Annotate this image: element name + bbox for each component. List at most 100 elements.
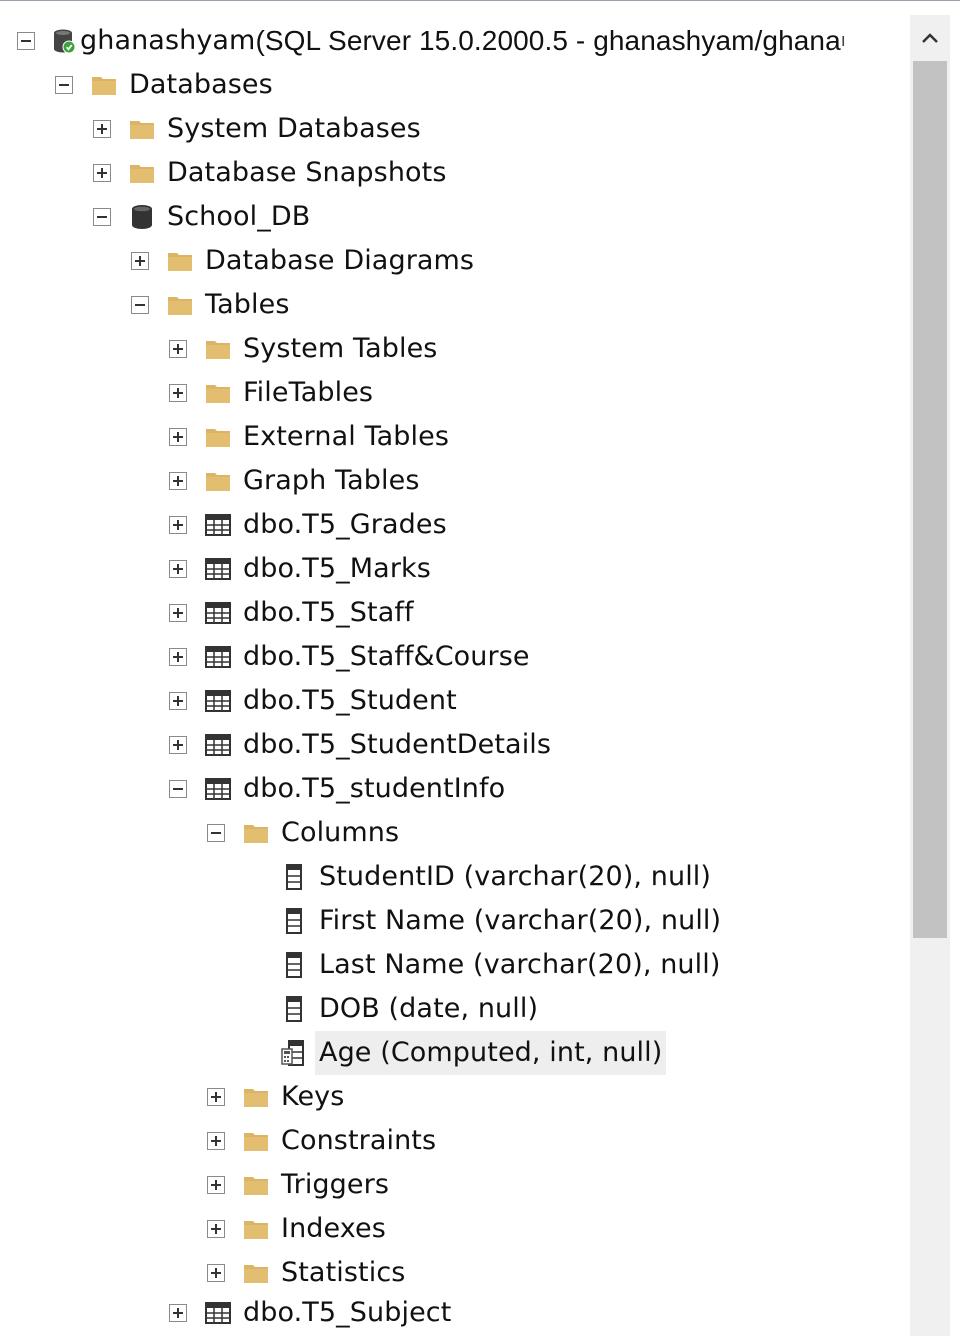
expand-toggle[interactable] [169, 516, 187, 534]
tree-node-file-tables[interactable]: FileTables [169, 371, 373, 415]
folder-icon [166, 291, 194, 319]
tree-node-column-dob[interactable]: DOB (date, null) [245, 987, 538, 1031]
column-label: StudentID (varchar(20), null) [319, 861, 712, 892]
expand-toggle[interactable] [93, 164, 111, 182]
collapse-toggle[interactable] [55, 76, 73, 94]
table-icon [204, 687, 232, 715]
tree-node-databases[interactable]: Databases [55, 63, 273, 107]
expand-toggle[interactable] [169, 692, 187, 710]
collapse-toggle[interactable] [207, 824, 225, 842]
tree-node-indexes[interactable]: Indexes [207, 1207, 386, 1251]
column-label: First Name (varchar(20), null) [319, 905, 722, 936]
expand-toggle[interactable] [207, 1220, 225, 1238]
collapse-toggle[interactable] [93, 208, 111, 226]
tree-node-triggers[interactable]: Triggers [207, 1163, 389, 1207]
tree-node-graph-tables[interactable]: Graph Tables [169, 459, 420, 503]
table-staff-course-label: dbo.T5_Staff&Course [243, 641, 530, 672]
system-databases-label: System Databases [167, 113, 421, 144]
tree-node-system-tables[interactable]: System Tables [169, 327, 437, 371]
table-student-info-label: dbo.T5_studentInfo [243, 773, 506, 804]
tree-node-constraints[interactable]: Constraints [207, 1119, 436, 1163]
tree-node-column-student-id[interactable]: StudentID (varchar(20), null) [245, 855, 711, 899]
tree-node-column-first-name[interactable]: First Name (varchar(20), null) [245, 899, 721, 943]
expand-toggle[interactable] [131, 252, 149, 270]
tree-node-column-age[interactable]: Age (Computed, int, null) [245, 1031, 667, 1075]
tree-node-table-staff-course[interactable]: dbo.T5_Staff&Course [169, 635, 530, 679]
tree-node-column-last-name[interactable]: Last Name (varchar(20), null) [245, 943, 720, 987]
tree-node-tables[interactable]: Tables [131, 283, 290, 327]
folder-icon [242, 1083, 270, 1111]
graph-tables-label: Graph Tables [243, 465, 420, 496]
expand-toggle[interactable] [169, 604, 187, 622]
expand-toggle[interactable] [207, 1176, 225, 1194]
external-tables-label: External Tables [243, 421, 449, 452]
tree-node-table-staff[interactable]: dbo.T5_Staff [169, 591, 414, 635]
tree-node-database-diagrams[interactable]: Database Diagrams [131, 239, 474, 283]
expand-toggle[interactable] [207, 1132, 225, 1150]
collapse-toggle[interactable] [17, 32, 35, 50]
expand-toggle[interactable] [169, 1304, 187, 1322]
tree-node-table-student-info[interactable]: dbo.T5_studentInfo [169, 767, 505, 811]
indexes-label: Indexes [281, 1213, 386, 1244]
columns-label: Columns [281, 817, 400, 848]
folder-icon [128, 159, 156, 187]
scroll-up-button[interactable] [910, 15, 950, 61]
vertical-scrollbar[interactable] [910, 15, 950, 1336]
chevron-up-icon [921, 29, 939, 48]
constraints-label: Constraints [281, 1125, 437, 1156]
tree-node-table-student-details[interactable]: dbo.T5_StudentDetails [169, 723, 551, 767]
folder-icon [204, 423, 232, 451]
expand-toggle[interactable] [207, 1264, 225, 1282]
tree-node-school-db[interactable]: School_DB [93, 195, 310, 239]
tree-node-statistics[interactable]: Statistics [207, 1251, 405, 1295]
computed-column-icon [280, 1039, 308, 1067]
expand-toggle[interactable] [169, 428, 187, 446]
column-label: DOB (date, null) [319, 993, 539, 1024]
tree-node-table-subject[interactable]: dbo.T5_Subject [169, 1291, 451, 1335]
tree-node-server[interactable]: ghanashyam (SQL Server 15.0.2000.5 - ghan… [17, 19, 846, 63]
expand-toggle[interactable] [169, 648, 187, 666]
expand-toggle[interactable] [169, 384, 187, 402]
column-icon [280, 863, 308, 891]
expand-toggle[interactable] [169, 736, 187, 754]
folder-icon [204, 379, 232, 407]
tree-node-external-tables[interactable]: External Tables [169, 415, 449, 459]
scroll-thumb[interactable] [913, 61, 947, 938]
column-icon [280, 951, 308, 979]
tree-node-columns[interactable]: Columns [207, 811, 399, 855]
folder-icon [242, 819, 270, 847]
statistics-label: Statistics [281, 1257, 406, 1288]
triggers-label: Triggers [281, 1169, 389, 1200]
keys-label: Keys [281, 1081, 345, 1112]
table-icon [204, 775, 232, 803]
server-info-truncation: ı [840, 30, 846, 51]
tree-node-table-marks[interactable]: dbo.T5_Marks [169, 547, 431, 591]
system-tables-label: System Tables [243, 333, 438, 364]
table-subject-label: dbo.T5_Subject [243, 1297, 452, 1328]
tree-node-database-snapshots[interactable]: Database Snapshots [93, 151, 447, 195]
server-connected-icon [52, 27, 76, 55]
table-marks-label: dbo.T5_Marks [243, 553, 431, 584]
expand-toggle[interactable] [93, 120, 111, 138]
tree-node-table-grades[interactable]: dbo.T5_Grades [169, 503, 447, 547]
object-explorer-tree: ghanashyam (SQL Server 15.0.2000.5 - ghan… [0, 15, 905, 1336]
table-student-details-label: dbo.T5_StudentDetails [243, 729, 552, 760]
file-tables-label: FileTables [243, 377, 374, 408]
tree-node-system-databases[interactable]: System Databases [93, 107, 421, 151]
column-icon [280, 907, 308, 935]
collapse-toggle[interactable] [131, 296, 149, 314]
expand-toggle[interactable] [169, 340, 187, 358]
tree-node-keys[interactable]: Keys [207, 1075, 344, 1119]
folder-icon [166, 247, 194, 275]
table-icon [204, 511, 232, 539]
folder-icon [204, 467, 232, 495]
table-icon [204, 731, 232, 759]
collapse-toggle[interactable] [169, 780, 187, 798]
tree-node-table-student[interactable]: dbo.T5_Student [169, 679, 457, 723]
folder-icon [242, 1171, 270, 1199]
databases-label: Databases [129, 69, 273, 100]
table-icon [204, 643, 232, 671]
expand-toggle[interactable] [169, 560, 187, 578]
expand-toggle[interactable] [169, 472, 187, 490]
expand-toggle[interactable] [207, 1088, 225, 1106]
